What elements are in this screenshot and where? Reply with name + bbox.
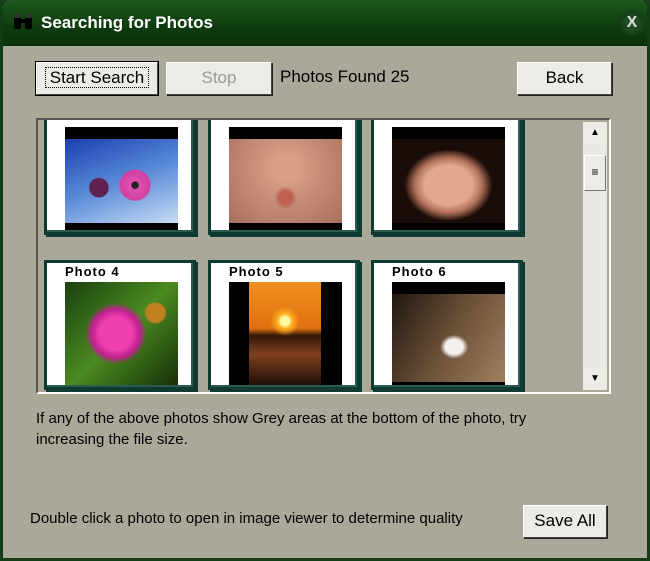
photo-card[interactable]: Photo 5 [208, 260, 360, 390]
back-button[interactable]: Back [517, 62, 612, 95]
scroll-thumb[interactable]: ≡ [584, 155, 606, 191]
photo-thumbnail[interactable] [229, 139, 342, 223]
photo-label: Photo 5 [229, 264, 284, 279]
photo-thumbnail[interactable] [65, 139, 178, 223]
photo-card[interactable]: Photo 6 [371, 260, 523, 390]
photo-thumbnail[interactable] [392, 294, 505, 382]
scroll-up-arrow-icon[interactable]: ▲ [583, 122, 607, 144]
scroll-down-arrow-icon[interactable]: ▼ [583, 368, 607, 390]
title-bar: Searching for Photos X [3, 0, 647, 46]
photos-found-count: Photos Found 25 [280, 67, 410, 86]
photo-list[interactable]: Photo 4 Photo 5 Photo 6 ▲ ≡ ▼ [36, 118, 611, 394]
binoculars-icon [14, 14, 32, 29]
search-photos-window: Searching for Photos X Start Search Stop… [0, 0, 650, 561]
photo-thumbnail[interactable] [392, 139, 505, 223]
window-title: Searching for Photos [41, 13, 213, 32]
photo-label: Photo 6 [392, 264, 447, 279]
photo-card[interactable] [371, 120, 523, 235]
start-search-label: Start Search [44, 67, 150, 88]
photo-card[interactable] [208, 120, 360, 235]
stop-button[interactable]: Stop [166, 62, 272, 95]
double-click-hint: Double click a photo to open in image vi… [30, 510, 463, 527]
save-all-button[interactable]: Save All [523, 505, 607, 538]
photo-label: Photo 4 [65, 264, 120, 279]
photo-thumbnail[interactable] [249, 282, 321, 385]
start-search-button[interactable]: Start Search [35, 61, 159, 96]
vertical-scrollbar[interactable]: ▲ ≡ ▼ [583, 122, 607, 390]
photo-card[interactable] [44, 120, 196, 235]
photo-thumbnail[interactable] [65, 282, 178, 385]
close-button[interactable]: X [619, 10, 645, 36]
grey-areas-note: If any of the above photos show Grey are… [36, 410, 527, 448]
photo-card[interactable]: Photo 4 [44, 260, 196, 390]
